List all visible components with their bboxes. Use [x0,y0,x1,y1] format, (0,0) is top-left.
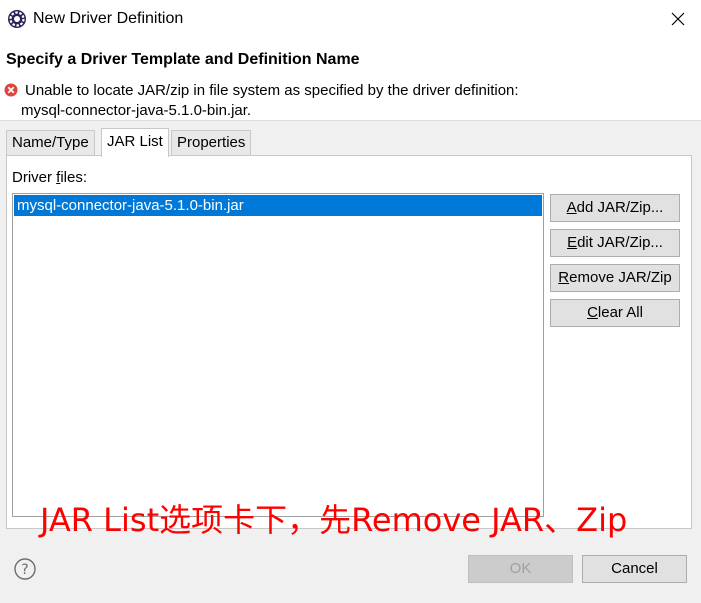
edit-jar-zip-button[interactable]: Edit JAR/Zip... [550,229,680,257]
close-icon [671,12,685,26]
driver-files-list[interactable]: mysql-connector-java-5.1.0-bin.jar [12,193,544,517]
wizard-header: Specify a Driver Template and Definition… [0,38,701,121]
eclipse-gear-icon [8,10,26,28]
annotation-text: JAR List选项卡下，先Remove JAR、Zip [40,501,628,539]
help-icon[interactable]: ? [14,558,36,580]
error-icon [4,83,18,97]
svg-text:?: ? [21,562,28,578]
close-button[interactable] [655,0,701,38]
tab-properties[interactable]: Properties [171,130,252,155]
add-jar-zip-button[interactable]: Add JAR/Zip... [550,194,680,222]
tab-name-type[interactable]: Name/Type [6,130,95,155]
tab-jar-list[interactable]: JAR List [101,128,169,157]
clear-all-button[interactable]: Clear All [550,299,680,327]
remove-jar-zip-button[interactable]: Remove JAR/Zip [550,264,680,292]
list-item[interactable]: mysql-connector-java-5.1.0-bin.jar [14,195,542,216]
window-title: New Driver Definition [33,10,184,27]
error-message-file: mysql-connector-java-5.1.0-bin.jar. [21,102,252,119]
title-bar: New Driver Definition [0,0,701,38]
ok-button[interactable]: OK [468,555,573,583]
error-message: Unable to locate JAR/zip in file system … [25,82,519,99]
page-title: Specify a Driver Template and Definition… [6,51,360,68]
driver-files-label: Driver files: [12,169,88,186]
cancel-button[interactable]: Cancel [582,555,687,583]
